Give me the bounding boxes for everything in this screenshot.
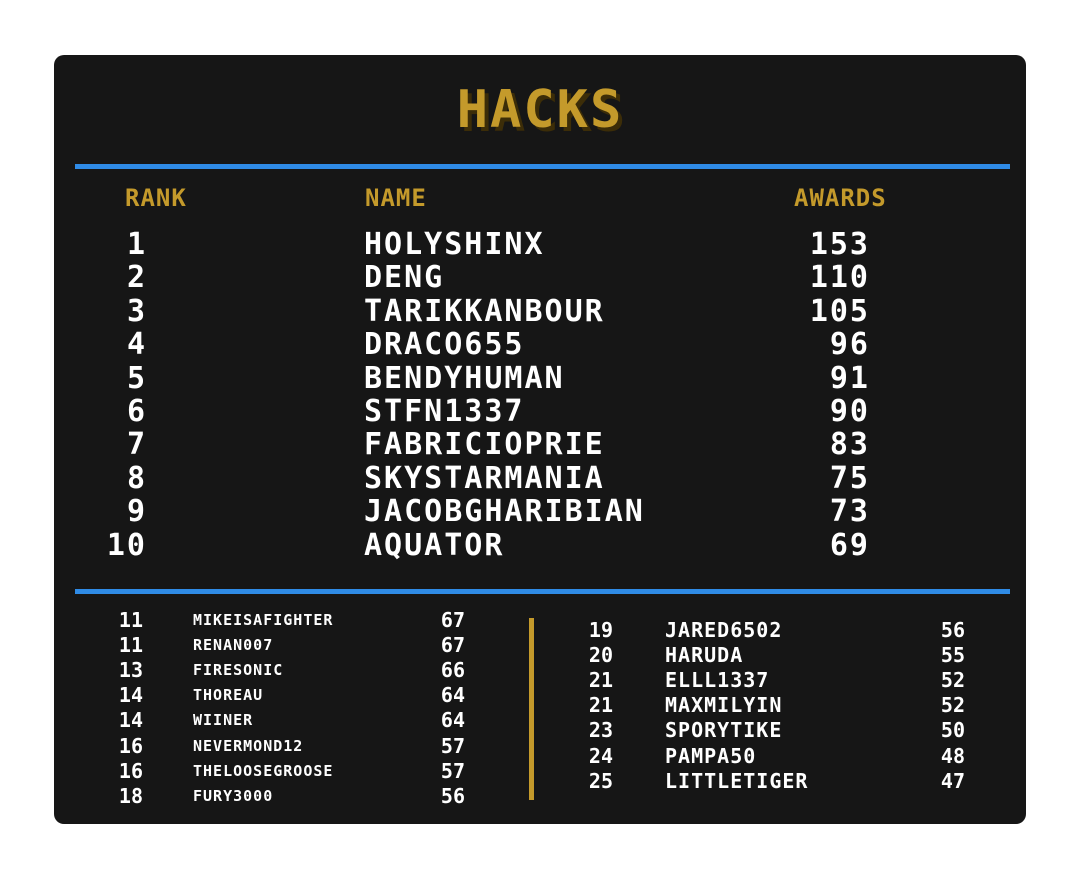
row-awards: 75 bbox=[829, 460, 870, 496]
column-header-rank: RANK bbox=[125, 184, 187, 212]
row-rank: 4 bbox=[126, 327, 147, 363]
row-rank: 5 bbox=[126, 360, 147, 396]
bottom-divider bbox=[75, 589, 1010, 594]
row-name: MAXMILYIN bbox=[665, 693, 783, 718]
row-rank: 20 bbox=[588, 643, 613, 668]
leaderboard-row: 10 AQUATOR 69 bbox=[0, 529, 1080, 562]
leaderboard-row: 5 BENDYHUMAN 91 bbox=[0, 362, 1080, 395]
row-rank: 9 bbox=[126, 494, 147, 530]
row-awards: 96 bbox=[829, 327, 870, 363]
row-awards: 73 bbox=[829, 494, 870, 530]
leaderboard-row: 25 LITTLETIGER 47 bbox=[0, 769, 1080, 794]
leaderboard-title: HACKS bbox=[456, 80, 624, 140]
row-rank: 19 bbox=[588, 618, 613, 642]
leaderboard-row: 20 HARUDA 55 bbox=[0, 643, 1080, 668]
leaderboard-row: 2 DENG 110 bbox=[0, 261, 1080, 294]
row-rank: 10 bbox=[106, 527, 147, 563]
row-name: SPORYTIKE bbox=[665, 718, 783, 743]
row-rank: 24 bbox=[588, 743, 613, 768]
row-rank: 3 bbox=[126, 293, 147, 329]
row-awards: 110 bbox=[809, 260, 870, 296]
row-awards: 47 bbox=[940, 768, 965, 793]
row-awards: 90 bbox=[829, 394, 870, 429]
leaderboard-row: 7 FABRICIOPRIE 83 bbox=[0, 428, 1080, 461]
row-awards: 69 bbox=[829, 527, 870, 563]
row-name: BENDYHUMAN bbox=[364, 360, 565, 396]
leaderboard-row: 3 TARIKKANBOUR 105 bbox=[0, 295, 1080, 328]
row-name: AQUATOR bbox=[364, 527, 505, 563]
column-header-awards: AWARDS bbox=[794, 184, 887, 212]
row-name: PAMPA50 bbox=[665, 743, 757, 768]
row-name: DRACO655 bbox=[364, 327, 525, 363]
row-rank: 23 bbox=[588, 718, 613, 743]
row-awards: 153 bbox=[809, 227, 870, 262]
leaderboard-row: 1 HOLYSHINX 153 bbox=[0, 228, 1080, 261]
row-rank: 21 bbox=[588, 668, 613, 693]
row-name: SKYSTARMANIA bbox=[364, 460, 605, 496]
row-rank: 7 bbox=[126, 427, 147, 463]
leaderboard-row: 8 SKYSTARMANIA 75 bbox=[0, 462, 1080, 495]
leaderboard-row: 21 MAXMILYIN 52 bbox=[0, 693, 1080, 718]
row-awards: 52 bbox=[940, 668, 965, 693]
row-name: DENG bbox=[364, 260, 445, 296]
row-awards: 56 bbox=[940, 618, 965, 642]
row-awards: 105 bbox=[809, 293, 870, 329]
row-rank: 25 bbox=[588, 768, 613, 793]
row-awards: 91 bbox=[829, 360, 870, 396]
row-name: HOLYSHINX bbox=[364, 227, 545, 262]
row-rank: 6 bbox=[126, 394, 147, 429]
row-name: ELLL1337 bbox=[665, 668, 770, 693]
row-awards: 50 bbox=[940, 718, 965, 743]
row-rank: 2 bbox=[126, 260, 147, 296]
leaderboard-row: 23 SPORYTIKE 50 bbox=[0, 718, 1080, 743]
row-name: LITTLETIGER bbox=[665, 768, 809, 793]
row-awards: 52 bbox=[940, 693, 965, 718]
leaderboard-row: 4 DRACO655 96 bbox=[0, 328, 1080, 361]
row-name: HARUDA bbox=[665, 643, 744, 668]
row-name: TARIKKANBOUR bbox=[364, 293, 605, 329]
leaderboard-row: 19 JARED6502 56 bbox=[0, 618, 1080, 643]
leaderboard-row: 24 PAMPA50 48 bbox=[0, 744, 1080, 769]
row-awards: 83 bbox=[829, 427, 870, 463]
row-awards: 48 bbox=[940, 743, 965, 768]
row-name: STFN1337 bbox=[364, 394, 525, 429]
row-name: FABRICIOPRIE bbox=[364, 427, 605, 463]
leaderboard-row: 9 JACOBGHARIBIAN 73 bbox=[0, 495, 1080, 528]
row-name: JACOBGHARIBIAN bbox=[364, 494, 645, 530]
row-awards: 55 bbox=[940, 643, 965, 668]
row-rank: 21 bbox=[588, 693, 613, 718]
leaderboard-row: 21 ELLL1337 52 bbox=[0, 668, 1080, 693]
row-rank: 1 bbox=[126, 227, 147, 262]
column-header-name: NAME bbox=[365, 184, 427, 212]
row-name: JARED6502 bbox=[665, 618, 783, 642]
top-divider bbox=[75, 164, 1010, 169]
leaderboard-row: 6 STFN1337 90 bbox=[0, 395, 1080, 428]
row-rank: 8 bbox=[126, 460, 147, 496]
